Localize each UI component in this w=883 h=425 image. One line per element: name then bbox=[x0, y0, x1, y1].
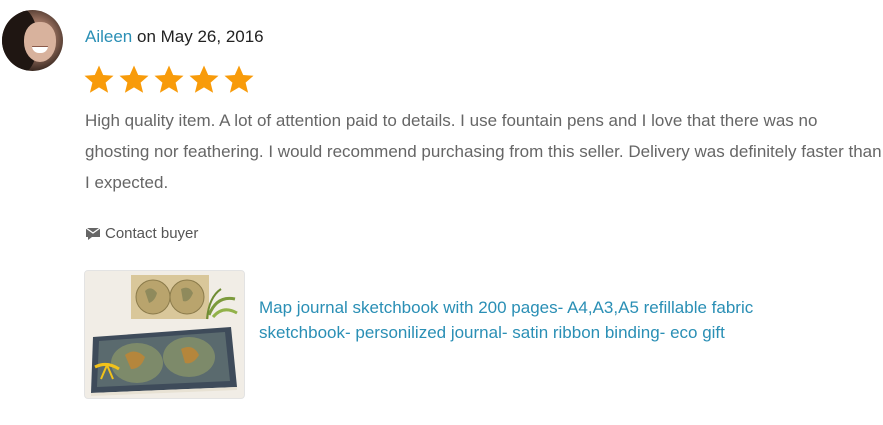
review-date: May 26, 2016 bbox=[160, 27, 264, 46]
date-prefix: on bbox=[132, 27, 161, 46]
reviewer-avatar[interactable] bbox=[2, 10, 63, 71]
review-text: High quality item. A lot of attention pa… bbox=[85, 111, 882, 192]
star-icon bbox=[153, 64, 185, 96]
star-icon bbox=[118, 64, 150, 96]
review-header: Aileen on May 26, 2016 bbox=[85, 27, 264, 47]
star-icon bbox=[223, 64, 255, 96]
listing-title-link[interactable]: Map journal sketchbook with 200 pages- A… bbox=[259, 295, 779, 345]
message-icon bbox=[85, 226, 101, 242]
avatar-face bbox=[24, 22, 56, 62]
reviewer-name-link[interactable]: Aileen bbox=[85, 27, 132, 46]
contact-buyer-link[interactable]: Contact buyer bbox=[85, 225, 198, 242]
star-icon bbox=[188, 64, 220, 96]
star-icon bbox=[83, 64, 115, 96]
review-card: Aileen on May 26, 2016 High quality item… bbox=[0, 0, 883, 425]
star-rating bbox=[83, 64, 255, 96]
listing-thumbnail[interactable] bbox=[84, 270, 245, 399]
listing-photo bbox=[85, 271, 244, 398]
contact-buyer-label: Contact buyer bbox=[105, 225, 199, 242]
